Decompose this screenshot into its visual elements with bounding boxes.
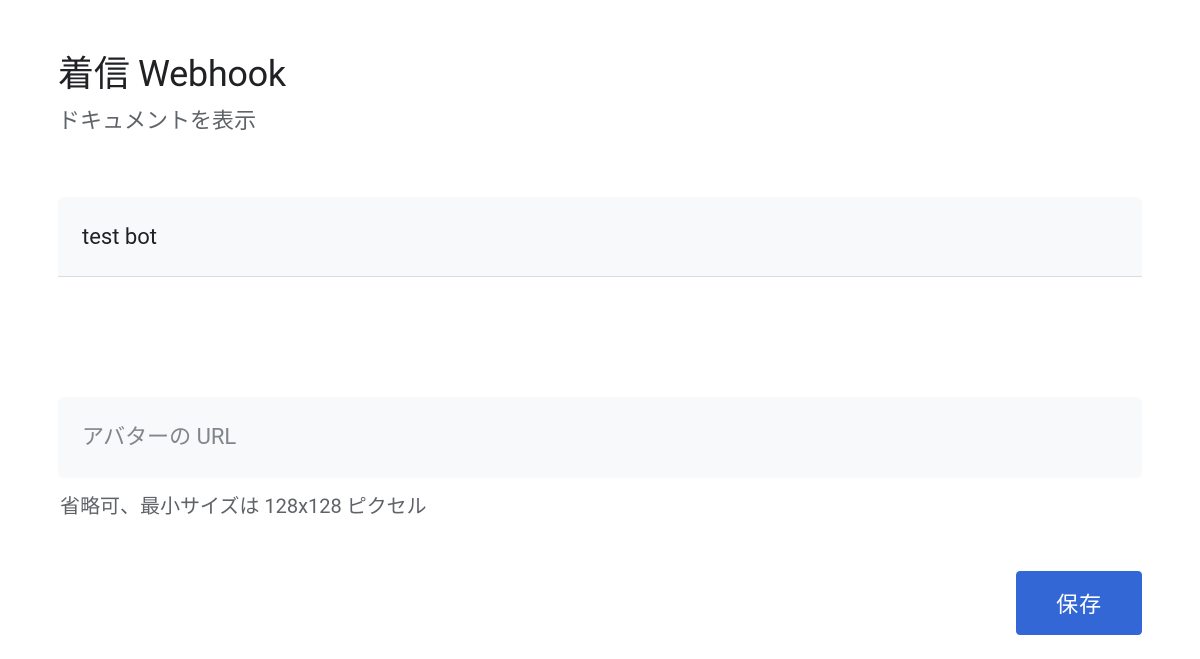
save-button[interactable]: 保存 bbox=[1016, 571, 1142, 635]
avatar-url-input[interactable] bbox=[58, 397, 1142, 478]
avatar-field-group: 省略可、最小サイズは 128x128 ピクセル bbox=[58, 397, 1142, 519]
action-row: 保存 bbox=[1016, 571, 1142, 635]
name-field-group bbox=[58, 197, 1142, 277]
page-title: 着信 Webhook bbox=[58, 45, 1142, 97]
view-docs-link[interactable]: ドキュメントを表示 bbox=[58, 103, 256, 135]
webhook-name-input[interactable] bbox=[58, 197, 1142, 277]
avatar-help-text: 省略可、最小サイズは 128x128 ピクセル bbox=[58, 490, 1142, 519]
